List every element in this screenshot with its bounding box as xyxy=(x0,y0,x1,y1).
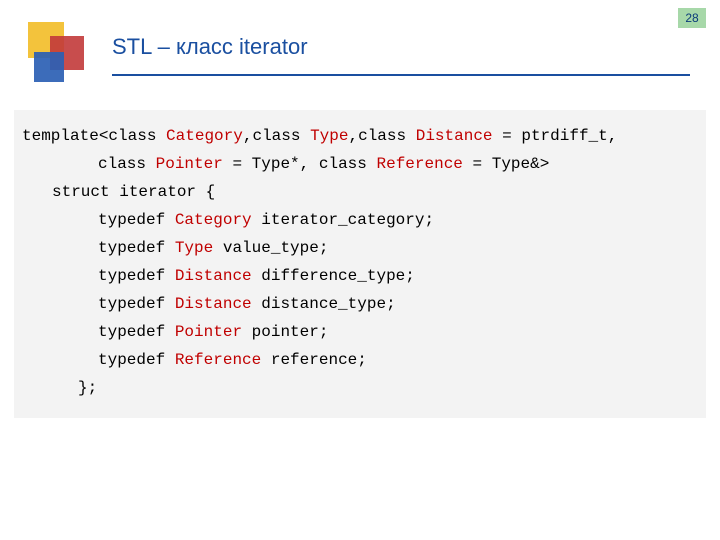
code-block: template<class Category,class Type,class… xyxy=(14,110,706,418)
kw-class: class xyxy=(108,127,156,145)
kw-template: template xyxy=(22,127,99,145)
sym-comma: , xyxy=(348,127,358,145)
tp-distance: Distance xyxy=(175,267,252,285)
code-line: typedef Pointer pointer; xyxy=(22,318,698,346)
code-line: class Pointer = Type*, class Reference =… xyxy=(22,150,698,178)
txt-disttype: distance_type; xyxy=(252,295,396,313)
title-underline xyxy=(112,74,690,76)
txt-itercat: iterator_category; xyxy=(252,211,434,229)
code-line: typedef Reference reference; xyxy=(22,346,698,374)
tp-category: Category xyxy=(166,127,243,145)
kw-typedef: typedef xyxy=(98,351,165,369)
square-blue xyxy=(34,52,64,82)
kw-typedef: typedef xyxy=(98,323,165,341)
kw-typedef: typedef xyxy=(98,267,165,285)
kw-typedef: typedef xyxy=(98,295,165,313)
code-line: template<class Category,class Type,class… xyxy=(22,122,698,150)
txt-ptrdiff: = ptrdiff_t, xyxy=(493,127,618,145)
struct-close: }; xyxy=(78,379,97,397)
sym-lt: < xyxy=(99,127,109,145)
txt-typestar: = Type* xyxy=(223,155,300,173)
slide: 28 STL – класс iterator template<class C… xyxy=(0,0,720,540)
page-title: STL – класс iterator xyxy=(112,34,660,60)
txt-typeamp: = Type& xyxy=(463,155,540,173)
txt-valtype: value_type; xyxy=(213,239,328,257)
tp-type: Type xyxy=(310,127,348,145)
code-line: typedef Distance difference_type; xyxy=(22,262,698,290)
struct-decl: struct iterator { xyxy=(52,183,215,201)
code-line: }; xyxy=(22,374,698,402)
tp-reference: Reference xyxy=(175,351,261,369)
code-line: typedef Type value_type; xyxy=(22,234,698,262)
txt-comma-class: ,class xyxy=(243,127,301,145)
kw-typedef: typedef xyxy=(98,239,165,257)
sym-gt: > xyxy=(540,155,550,173)
page-number: 28 xyxy=(685,11,698,25)
txt-reference: reference; xyxy=(261,351,367,369)
txt-comma-class: , class xyxy=(300,155,367,173)
txt-difftype: difference_type; xyxy=(252,267,415,285)
tp-type: Type xyxy=(175,239,213,257)
code-line: typedef Category iterator_category; xyxy=(22,206,698,234)
tp-reference: Reference xyxy=(376,155,462,173)
tp-distance: Distance xyxy=(175,295,252,313)
code-line: typedef Distance distance_type; xyxy=(22,290,698,318)
txt-pointer: pointer; xyxy=(242,323,328,341)
tp-distance: Distance xyxy=(416,127,493,145)
tp-pointer: Pointer xyxy=(175,323,242,341)
tp-pointer: Pointer xyxy=(156,155,223,173)
kw-class: class xyxy=(358,127,406,145)
corner-decoration xyxy=(28,22,88,82)
kw-class: class xyxy=(98,155,146,173)
kw-typedef: typedef xyxy=(98,211,165,229)
tp-category: Category xyxy=(175,211,252,229)
page-number-badge: 28 xyxy=(678,8,706,28)
code-line: struct iterator { xyxy=(22,178,698,206)
